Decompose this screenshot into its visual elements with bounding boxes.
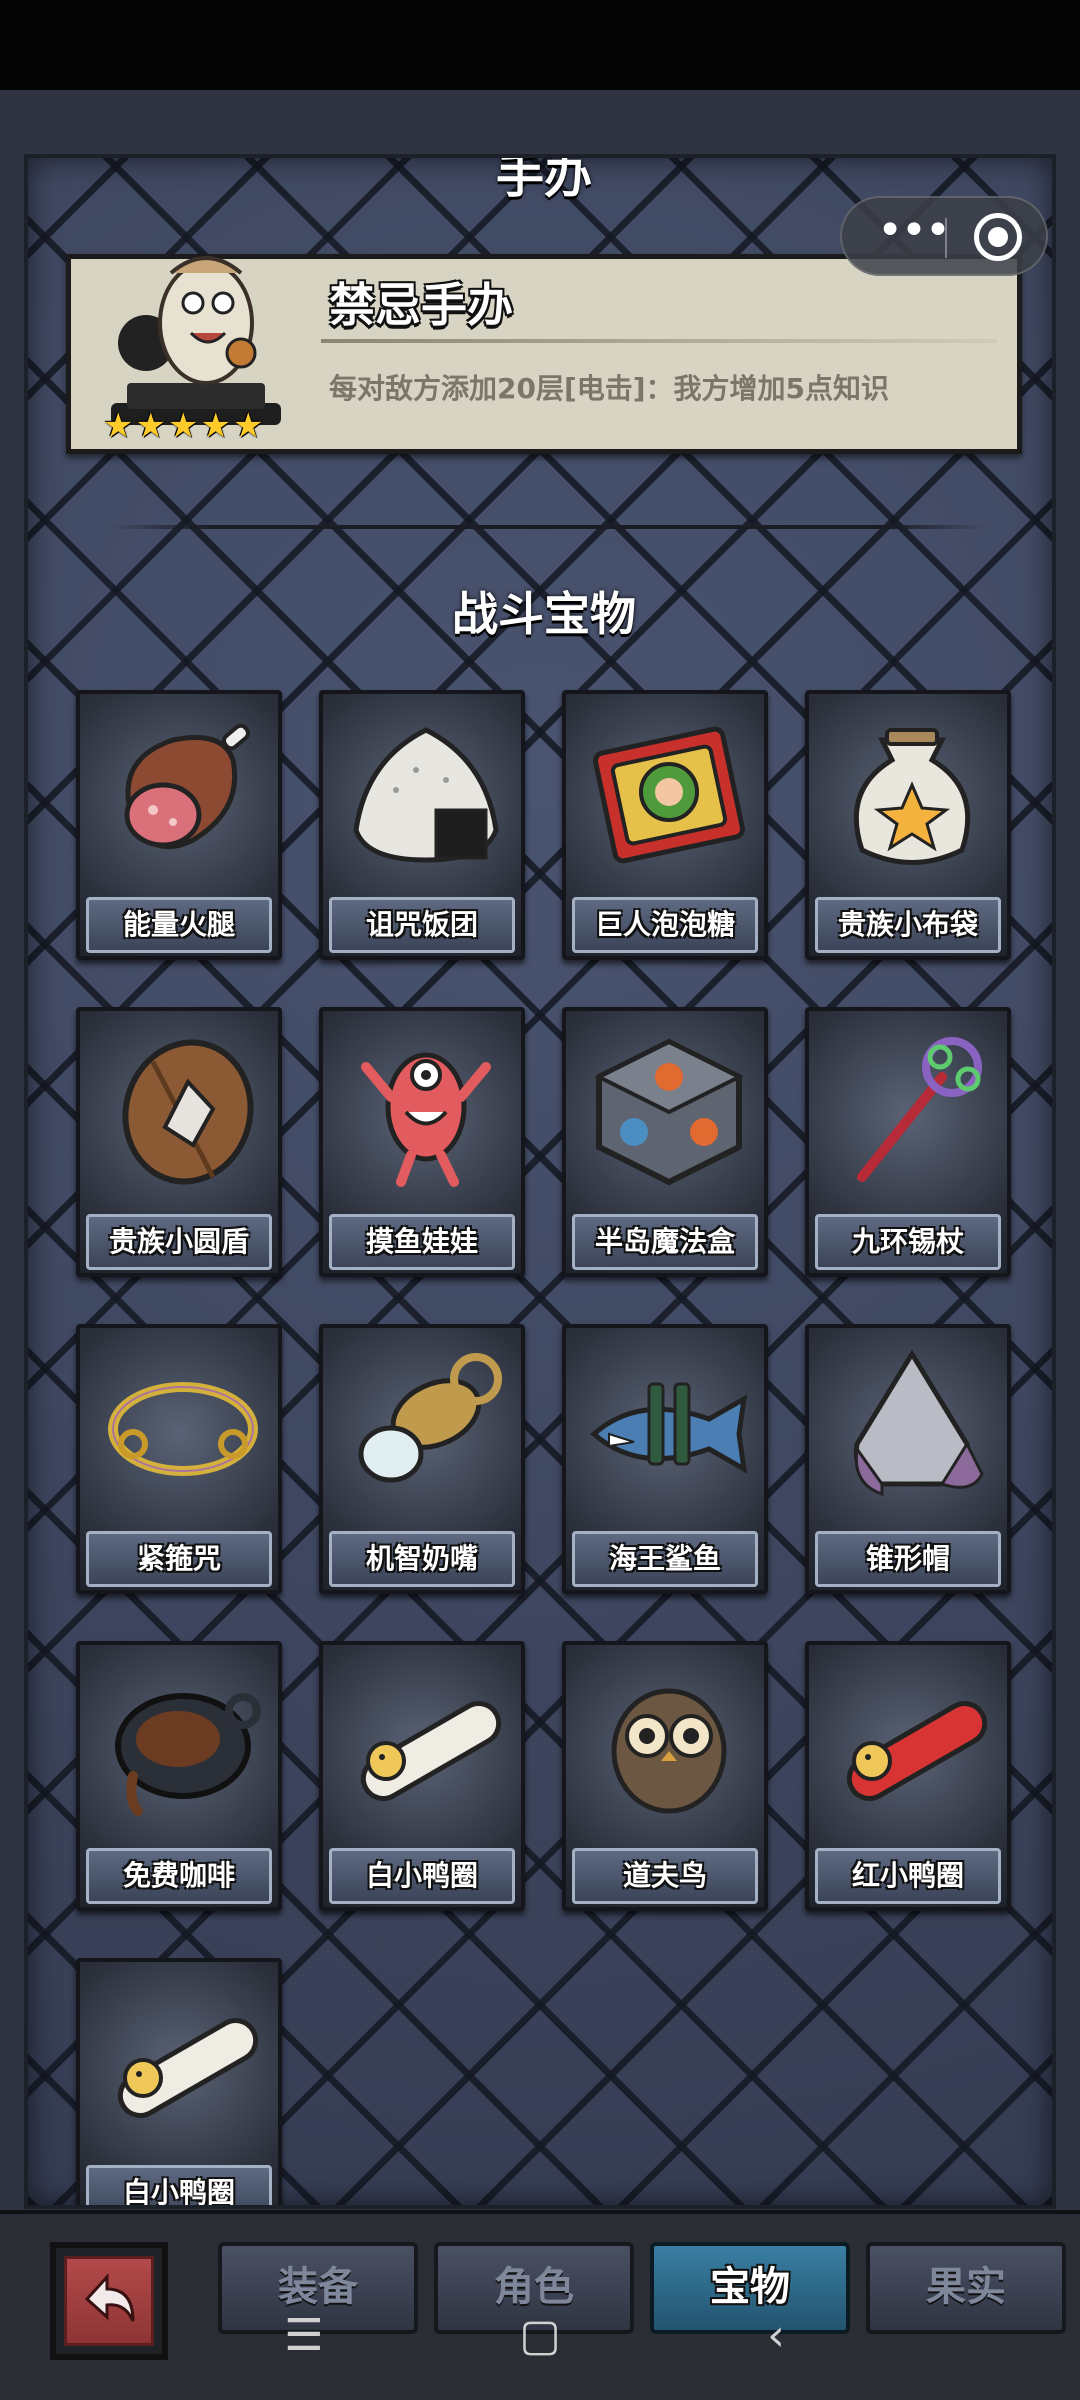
treasure-label: 免费咖啡: [86, 1848, 272, 1904]
star-icon: ★: [167, 406, 199, 446]
treasure-item[interactable]: 白小鸭圈: [319, 1641, 525, 1911]
battle-treasure-title: 战斗宝物: [452, 587, 636, 641]
treasure-label: 机智奶嘴: [329, 1531, 515, 1587]
star-icon: ★: [103, 406, 134, 446]
treasure-item[interactable]: 能量火腿: [76, 690, 282, 960]
magic-box-icon: [594, 1038, 744, 1186]
white-duck-ring-icon: [360, 1701, 502, 1801]
treasure-item[interactable]: 巨人泡泡糖: [562, 690, 768, 960]
ham-icon: [124, 723, 251, 850]
cone-helmet-icon: [853, 1349, 984, 1497]
treasure-label: 巨人泡泡糖: [572, 897, 758, 953]
treasure-item[interactable]: 红小鸭圈: [805, 1641, 1011, 1911]
owl-icon: [611, 1688, 727, 1814]
treasure-label: 诅咒饭团: [329, 897, 515, 953]
status-bar: [0, 0, 1080, 90]
fish-doll-icon: [361, 1052, 491, 1187]
treasure-item[interactable]: 锥形帽: [805, 1324, 1011, 1594]
shark-icon: [590, 1382, 748, 1474]
treasure-label: 贵族小圆盾: [86, 1214, 272, 1270]
card-divider: [321, 339, 997, 343]
collection-panel: 手办 ★ ★ ★ ★ ★ 禁忌手办 每对敌方添加20层[电击]：我方增加5点知识…: [24, 154, 1056, 2209]
close-miniprogram-icon[interactable]: [974, 213, 1022, 261]
treasure-item[interactable]: 摸鱼娃娃: [319, 1007, 525, 1277]
rice-ball-icon: [353, 727, 499, 863]
treasure-item[interactable]: 白小鸭圈: [76, 1958, 282, 2205]
star-icon: ★: [232, 406, 264, 446]
treasure-label: 半岛魔法盒: [572, 1214, 758, 1270]
red-duck-ring-icon: [846, 1701, 988, 1801]
treasure-item[interactable]: 九环锡杖: [805, 1007, 1011, 1277]
treasure-item[interactable]: 诅咒饭团: [319, 690, 525, 960]
treasure-label: 海王鲨鱼: [572, 1531, 758, 1587]
miniprogram-capsule: •••: [840, 196, 1048, 276]
treasure-item[interactable]: 机智奶嘴: [319, 1324, 525, 1594]
treasure-item[interactable]: 半岛魔法盒: [562, 1007, 768, 1277]
treasure-item[interactable]: 免费咖啡: [76, 1641, 282, 1911]
featured-figure-description: 每对敌方添加20层[电击]：我方增加5点知识: [329, 372, 890, 405]
capsule-separator: [945, 218, 947, 258]
treasure-item[interactable]: 道夫鸟: [562, 1641, 768, 1911]
golden-band-icon: [108, 1382, 258, 1476]
treasure-label: 白小鸭圈: [86, 2165, 272, 2205]
featured-figure-name: 禁忌手办: [329, 278, 513, 332]
coffee-pot-icon: [115, 1693, 261, 1816]
treasure-label: 白小鸭圈: [329, 1848, 515, 1904]
treasure-label: 道夫鸟: [572, 1848, 758, 1904]
featured-figure-card[interactable]: ★ ★ ★ ★ ★ 禁忌手办 每对敌方添加20层[电击]：我方增加5点知识: [66, 254, 1022, 454]
treasure-label: 紧箍咒: [86, 1531, 272, 1587]
treasure-label: 贵族小布袋: [815, 897, 1001, 953]
treasure-item[interactable]: 贵族小圆盾: [76, 1007, 282, 1277]
cloth-bag-icon: [853, 728, 971, 865]
treasure-label: 摸鱼娃娃: [329, 1214, 515, 1270]
treasure-label: 九环锡杖: [815, 1214, 1001, 1270]
treasure-label: 红小鸭圈: [815, 1848, 1001, 1904]
star-icon: ★: [200, 406, 231, 446]
menu-icon[interactable]: ☰: [264, 2296, 344, 2376]
staff-icon: [857, 1037, 982, 1182]
back-chevron-icon[interactable]: ‹: [736, 2296, 816, 2376]
treasure-label: 能量火腿: [86, 897, 272, 953]
section-divider: [108, 525, 988, 529]
treasure-item[interactable]: 紧箍咒: [76, 1324, 282, 1594]
gum-box-icon: [592, 726, 746, 864]
star-rating: ★ ★ ★ ★ ★: [103, 409, 263, 443]
treasure-label: 锥形帽: [815, 1531, 1001, 1587]
white-duck-ring-icon: [117, 2018, 259, 2118]
system-nav-bar: ☰ ▢ ‹: [0, 2296, 1080, 2376]
home-icon[interactable]: ▢: [500, 2296, 580, 2376]
treasure-item[interactable]: 贵族小布袋: [805, 690, 1011, 960]
pacifier-icon: [358, 1353, 502, 1483]
round-shield-icon: [122, 1039, 254, 1185]
star-icon: ★: [135, 406, 166, 446]
treasure-item[interactable]: 海王鲨鱼: [562, 1324, 768, 1594]
